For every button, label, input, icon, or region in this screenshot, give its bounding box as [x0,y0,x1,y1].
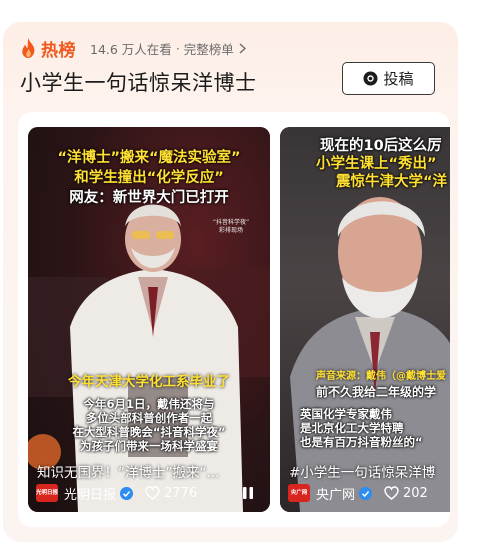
hot-list-title: 热榜 [41,40,76,61]
like-icon[interactable] [384,486,399,500]
video-title[interactable]: #小学生一句话惊呆洋博 [289,461,450,481]
viewer-count: 14.6 万人在看 [90,41,172,57]
source-logo: 央广网 [288,484,310,502]
watermark: “抖音科学夜” 彩排现场 [212,219,250,234]
camera-icon [363,71,378,86]
submit-label: 投稿 [383,70,414,88]
pause-icon[interactable] [242,486,254,500]
caption-line-2: 和学生撞出“化学反应” [74,170,224,186]
full-list-link[interactable]: 完整榜单 [184,39,234,58]
submit-button[interactable]: 投稿 [342,62,435,95]
caption-line-2: 小学生课上“秀出” [316,156,437,172]
topic-title[interactable]: 小学生一句话惊呆洋博士 [20,67,257,97]
sub-caption: 英国化学专家戴伟 是北京化工大学特聘 也是有百万抖音粉丝的“ [300,407,423,449]
video-meta-row: 央广网 央广网 202 [288,483,450,503]
caption-line-3: 震惊牛津大学“洋 [336,174,448,190]
fire-icon [22,38,35,58]
like-icon[interactable] [145,486,160,500]
mid-caption: 声音来源：戴伟（@戴博士爱 [316,371,446,382]
meta-separator: · [175,40,180,56]
source-logo: 光明日报 [36,484,58,502]
verified-icon [120,486,134,500]
caption-line-1: 现在的10后这么厉 [320,138,442,154]
hot-list-meta[interactable]: 14.6 万人在看 · 完整榜单 [90,39,246,58]
video-card[interactable]: 现在的10后这么厉 小学生课上“秀出” 震惊牛津大学“洋 声音来源：戴伟（@戴博… [280,127,450,512]
like-count: 202 [403,485,428,501]
caption-line-3: 网友：新世界大门已打开 [69,190,229,206]
hot-list-header[interactable]: 热榜 14.6 万人在看 · 完整榜单 [20,38,246,61]
chevron-right-icon [239,42,246,54]
like-count: 2776 [164,485,198,501]
sub-caption: 今年6月1日，戴伟还将与 多位头部科普创作者一起 在大型科普晚会“抖音科学夜” … [72,397,226,453]
mid-caption: 今年天津大学化工系毕业了 [68,374,230,390]
verified-icon [359,486,373,500]
video-card[interactable]: “洋博士”搬来“魔法实验室” 和学生撞出“化学反应” 网友：新世界大门已打开 “… [28,127,270,512]
source-name[interactable]: 央广网 [316,484,355,503]
video-meta-row: 光明日报 光明日报 2776 [36,483,262,503]
video-carousel[interactable]: “洋博士”搬来“魔法实验室” 和学生撞出“化学反应” 网友：新世界大门已打开 “… [18,112,450,527]
source-name[interactable]: 光明日报 [64,484,116,503]
video-title[interactable]: 知识无国界！“洋博士”搬来“... [37,461,263,481]
caption-line-1: “洋博士”搬来“魔法实验室” [57,150,241,166]
sub-caption: 前不久我给二年级的学 [316,385,437,399]
